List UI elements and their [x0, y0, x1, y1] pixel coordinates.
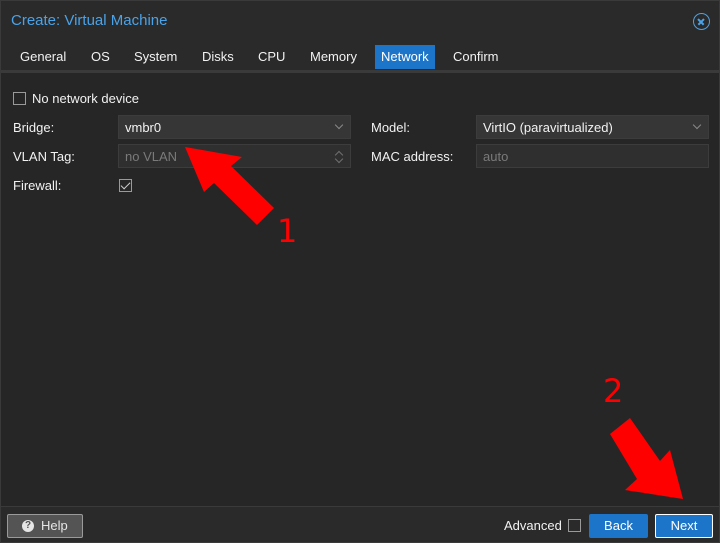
mac-address-label: MAC address: [371, 149, 454, 164]
dialog-titlebar: Create: Virtual Machine [1, 1, 719, 41]
dialog-title: Create: Virtual Machine [11, 12, 168, 29]
bridge-value: vmbr0 [125, 120, 162, 135]
tab-disks[interactable]: Disks [196, 45, 240, 69]
advanced-label: Advanced [504, 518, 562, 533]
tab-os[interactable]: OS [85, 45, 116, 69]
tab-confirm[interactable]: Confirm [447, 45, 505, 69]
wizard-tabs: General OS System Disks CPU Memory Netwo… [1, 41, 719, 73]
chevron-down-icon[interactable] [334, 120, 344, 130]
network-panel: No network device Bridge: vmbr0 VLAN Tag… [1, 76, 719, 506]
advanced-checkbox[interactable] [568, 519, 581, 532]
dialog-footer: ? Help Advanced Back Next [1, 506, 719, 542]
tab-network[interactable]: Network [375, 45, 435, 69]
close-icon[interactable] [693, 13, 710, 30]
create-vm-dialog: Create: Virtual Machine General OS Syste… [0, 0, 720, 543]
mac-address-placeholder: auto [483, 149, 509, 164]
tab-cpu[interactable]: CPU [252, 45, 291, 69]
vlan-tag-input[interactable]: no VLAN [118, 144, 351, 168]
no-network-device-checkbox[interactable] [13, 92, 26, 105]
tab-system[interactable]: System [128, 45, 183, 69]
vlan-tag-label: VLAN Tag: [13, 149, 75, 164]
annotation-number-1: 1 [277, 212, 298, 250]
help-button-label: Help [41, 518, 68, 533]
tab-memory[interactable]: Memory [304, 45, 363, 69]
mac-address-input[interactable]: auto [476, 144, 709, 168]
bridge-select[interactable]: vmbr0 [118, 115, 351, 139]
model-select[interactable]: VirtIO (paravirtualized) [476, 115, 709, 139]
firewall-checkbox[interactable] [119, 179, 132, 192]
help-button[interactable]: ? Help [7, 514, 83, 538]
model-label: Model: [371, 120, 411, 135]
tab-general[interactable]: General [14, 45, 72, 69]
annotation-number-2: 2 [603, 372, 624, 410]
no-network-device-label: No network device [32, 91, 139, 106]
vlan-tag-placeholder: no VLAN [125, 149, 178, 164]
model-value: VirtIO (paravirtualized) [483, 120, 613, 135]
bridge-label: Bridge: [13, 120, 55, 135]
back-button[interactable]: Back [589, 514, 648, 538]
firewall-label: Firewall: [13, 178, 62, 193]
chevron-down-icon[interactable] [692, 120, 702, 130]
question-icon: ? [22, 520, 34, 532]
next-button[interactable]: Next [655, 514, 713, 538]
